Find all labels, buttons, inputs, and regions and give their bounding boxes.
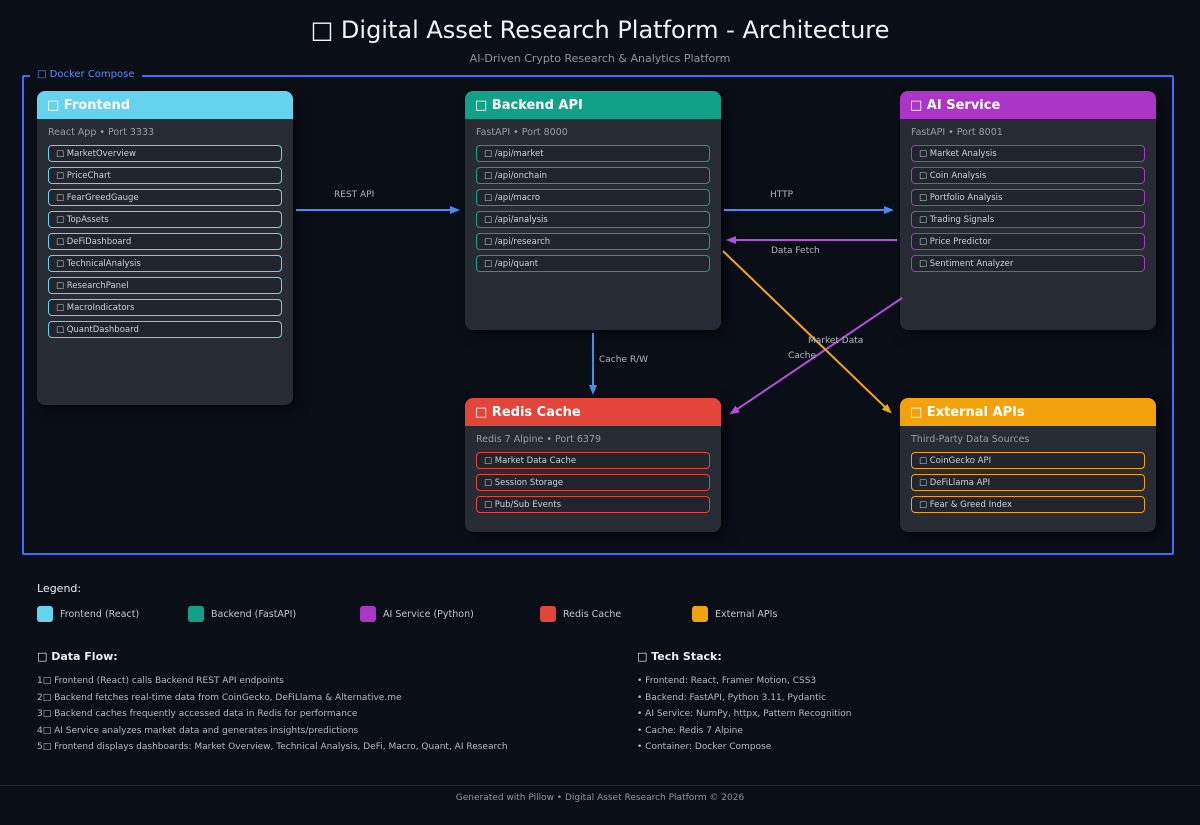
- service-items-external-apis: □ CoinGecko API □ DeFiLlama API □ Fear &…: [900, 452, 1156, 513]
- service-item: □ MacroIndicators: [48, 299, 282, 316]
- arrow-label-http: HTTP: [770, 190, 793, 200]
- legend-swatch-frontend: [37, 606, 53, 622]
- data-flow-heading: □ Data Flow:: [37, 650, 617, 663]
- data-flow-step: 3□ Backend caches frequently accessed da…: [37, 706, 617, 723]
- service-title-external-apis: □ External APIs: [900, 398, 1156, 426]
- service-item: □ Session Storage: [476, 474, 710, 491]
- service-subtitle-external-apis: Third-Party Data Sources: [900, 426, 1156, 452]
- legend-label: External APIs: [715, 609, 777, 620]
- legend-item-frontend: Frontend (React): [37, 606, 139, 622]
- docker-compose-label: □ Docker Compose: [30, 69, 142, 80]
- data-flow-section: □ Data Flow: 1□ Frontend (React) calls B…: [37, 650, 617, 756]
- service-item: □ Sentiment Analyzer: [911, 255, 1145, 272]
- service-title-backend-api: □ Backend API: [465, 91, 721, 119]
- legend-label: Backend (FastAPI): [211, 609, 296, 620]
- data-flow-step: 2□ Backend fetches real-time data from C…: [37, 690, 617, 707]
- data-flow-step: 5□ Frontend displays dashboards: Market …: [37, 739, 617, 756]
- tech-stack-item: • Frontend: React, Framer Motion, CSS3: [637, 673, 1200, 690]
- service-items-backend-api: □ /api/market □ /api/onchain □ /api/macr…: [465, 145, 721, 272]
- tech-stack-item: • Backend: FastAPI, Python 3.11, Pydanti…: [637, 690, 1200, 707]
- legend-swatch-redis: [540, 606, 556, 622]
- legend-swatch-external: [692, 606, 708, 622]
- arrow-label-market-data: Market Data: [808, 336, 863, 346]
- tech-stack-section: □ Tech Stack: • Frontend: React, Framer …: [637, 650, 1200, 756]
- service-title-ai-service: □ AI Service: [900, 91, 1156, 119]
- service-box-external-apis: □ External APIs Third-Party Data Sources…: [900, 398, 1156, 532]
- legend-swatch-backend: [188, 606, 204, 622]
- service-items-frontend: □ MarketOverview □ PriceChart □ FearGree…: [37, 145, 293, 338]
- tech-stack-item: • Container: Docker Compose: [637, 739, 1200, 756]
- page-subtitle: AI-Driven Crypto Research & Analytics Pl…: [0, 52, 1200, 65]
- arrow-label-data-fetch: Data Fetch: [771, 246, 820, 256]
- footer-divider: [0, 785, 1200, 786]
- legend-label: Frontend (React): [60, 609, 139, 620]
- tech-stack-heading: □ Tech Stack:: [637, 650, 1200, 663]
- legend-item-backend: Backend (FastAPI): [188, 606, 296, 622]
- service-item: □ TopAssets: [48, 211, 282, 228]
- service-subtitle-redis-cache: Redis 7 Alpine • Port 6379: [465, 426, 721, 452]
- service-item: □ Pub/Sub Events: [476, 496, 710, 513]
- service-item: □ Fear & Greed Index: [911, 496, 1145, 513]
- service-subtitle-frontend: React App • Port 3333: [37, 119, 293, 145]
- service-item: □ DeFiLlama API: [911, 474, 1145, 491]
- data-flow-step: 1□ Frontend (React) calls Backend REST A…: [37, 673, 617, 690]
- legend-swatch-ai: [360, 606, 376, 622]
- legend-item-external: External APIs: [692, 606, 777, 622]
- service-item: □ Portfolio Analysis: [911, 189, 1145, 206]
- legend-label: Redis Cache: [563, 609, 621, 620]
- service-item: □ MarketOverview: [48, 145, 282, 162]
- service-item: □ Price Predictor: [911, 233, 1145, 250]
- architecture-diagram: □ Digital Asset Research Platform - Arch…: [0, 0, 1200, 825]
- service-item: □ FearGreedGauge: [48, 189, 282, 206]
- legend-item-ai: AI Service (Python): [360, 606, 474, 622]
- service-item: □ /api/onchain: [476, 167, 710, 184]
- service-title-frontend: □ Frontend: [37, 91, 293, 119]
- service-subtitle-ai-service: FastAPI • Port 8001: [900, 119, 1156, 145]
- service-items-redis-cache: □ Market Data Cache □ Session Storage □ …: [465, 452, 721, 513]
- service-item: □ /api/market: [476, 145, 710, 162]
- service-box-backend-api: □ Backend API FastAPI • Port 8000 □ /api…: [465, 91, 721, 330]
- tech-stack-item: • AI Service: NumPy, httpx, Pattern Reco…: [637, 706, 1200, 723]
- service-item: □ Trading Signals: [911, 211, 1145, 228]
- service-item: □ Market Data Cache: [476, 452, 710, 469]
- service-item: □ ResearchPanel: [48, 277, 282, 294]
- service-item: □ TechnicalAnalysis: [48, 255, 282, 272]
- tech-stack-item: • Cache: Redis 7 Alpine: [637, 723, 1200, 740]
- service-box-redis-cache: □ Redis Cache Redis 7 Alpine • Port 6379…: [465, 398, 721, 532]
- service-item: □ DeFiDashboard: [48, 233, 282, 250]
- legend-label: AI Service (Python): [383, 609, 474, 620]
- data-flow-step: 4□ AI Service analyzes market data and g…: [37, 723, 617, 740]
- service-title-redis-cache: □ Redis Cache: [465, 398, 721, 426]
- service-item: □ Market Analysis: [911, 145, 1145, 162]
- arrow-label-cache: Cache: [788, 351, 816, 361]
- service-box-ai-service: □ AI Service FastAPI • Port 8001 □ Marke…: [900, 91, 1156, 330]
- service-item: □ /api/quant: [476, 255, 710, 272]
- service-item: □ /api/research: [476, 233, 710, 250]
- service-box-frontend: □ Frontend React App • Port 3333 □ Marke…: [37, 91, 293, 405]
- arrow-label-cache-rw: Cache R/W: [599, 355, 648, 365]
- service-item: □ /api/macro: [476, 189, 710, 206]
- legend-heading: Legend:: [37, 582, 81, 595]
- service-items-ai-service: □ Market Analysis □ Coin Analysis □ Port…: [900, 145, 1156, 272]
- arrow-label-rest-api: REST API: [334, 190, 374, 200]
- page-footer: Generated with Pillow • Digital Asset Re…: [0, 793, 1200, 803]
- service-subtitle-backend-api: FastAPI • Port 8000: [465, 119, 721, 145]
- service-item: □ QuantDashboard: [48, 321, 282, 338]
- service-item: □ /api/analysis: [476, 211, 710, 228]
- page-title: □ Digital Asset Research Platform - Arch…: [0, 16, 1200, 44]
- service-item: □ Coin Analysis: [911, 167, 1145, 184]
- service-item: □ CoinGecko API: [911, 452, 1145, 469]
- service-item: □ PriceChart: [48, 167, 282, 184]
- legend-item-redis: Redis Cache: [540, 606, 621, 622]
